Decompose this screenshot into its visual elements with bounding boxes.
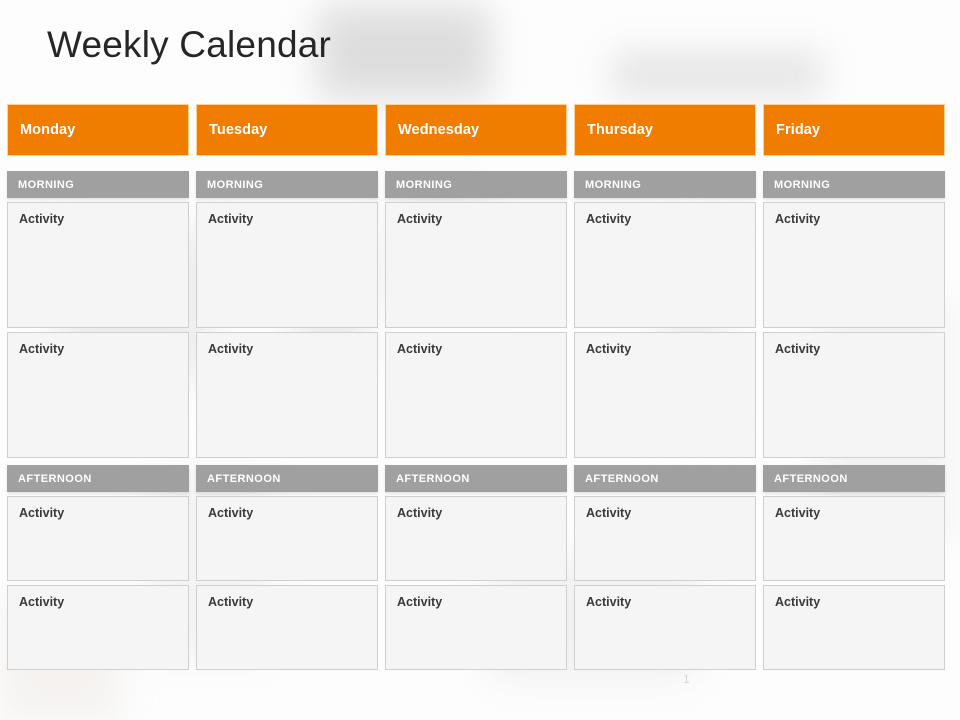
activity-cell[interactable]: Activity [385,496,567,581]
day-header-wednesday[interactable]: Wednesday [385,104,567,156]
day-column-tuesday: Tuesday MORNING Activity Activity AFTERNOON A… [196,104,378,670]
day-header-friday[interactable]: Friday [763,104,945,156]
slot-bar-afternoon: AFTERNOON [7,465,189,492]
activity-cell[interactable]: Activity [763,332,945,458]
background-blur-shape [318,6,490,98]
slot-bar-morning: MORNING [196,171,378,198]
background-blur-shape [612,52,822,96]
day-header-thursday[interactable]: Thursday [574,104,756,156]
activity-cell[interactable]: Activity [574,496,756,581]
activity-cell[interactable]: Activity [196,496,378,581]
slot-bar-afternoon: AFTERNOON [385,465,567,492]
day-header-tuesday[interactable]: Tuesday [196,104,378,156]
activity-cell[interactable]: Activity [574,332,756,458]
day-column-wednesday: Wednesday MORNING Activity Activity AFTERNOO… [385,104,567,670]
slot-bar-morning: MORNING [763,171,945,198]
activity-cell[interactable]: Activity [7,202,189,328]
slot-bar-afternoon: AFTERNOON [763,465,945,492]
activity-cell[interactable]: Activity [574,585,756,670]
activity-cell[interactable]: Activity [385,332,567,458]
activity-cell[interactable]: Activity [196,332,378,458]
slot-bar-morning: MORNING [385,171,567,198]
day-column-monday: Monday MORNING Activity Activity AFTERNOON Ac… [7,104,189,670]
slot-bar-morning: MORNING [7,171,189,198]
day-column-friday: Friday MORNING Activity Activity AFTERNOON Ac… [763,104,945,670]
slot-bar-afternoon: AFTERNOON [196,465,378,492]
day-header-monday[interactable]: Monday [7,104,189,156]
weekly-calendar-grid: Monday MORNING Activity Activity AFTERNOON Ac… [7,104,953,670]
activity-cell[interactable]: Activity [574,202,756,328]
activity-cell[interactable]: Activity [385,202,567,328]
page-title: Weekly Calendar [47,24,332,65]
slot-bar-morning: MORNING [574,171,756,198]
activity-cell[interactable]: Activity [763,202,945,328]
activity-cell[interactable]: Activity [7,332,189,458]
activity-cell[interactable]: Activity [385,585,567,670]
activity-cell[interactable]: Activity [7,585,189,670]
page-number-watermark: 1 [683,672,690,686]
activity-cell[interactable]: Activity [7,496,189,581]
day-column-thursday: Thursday MORNING Activity Activity AFTERNOON… [574,104,756,670]
activity-cell[interactable]: Activity [196,202,378,328]
slot-bar-afternoon: AFTERNOON [574,465,756,492]
activity-cell[interactable]: Activity [196,585,378,670]
activity-cell[interactable]: Activity [763,496,945,581]
activity-cell[interactable]: Activity [763,585,945,670]
